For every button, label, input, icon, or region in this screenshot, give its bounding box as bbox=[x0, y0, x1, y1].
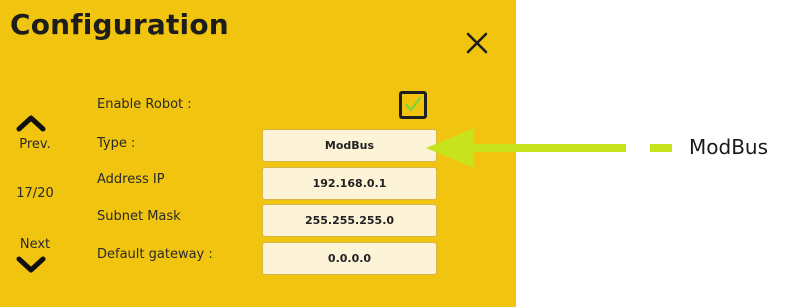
chevron-down-icon[interactable] bbox=[14, 254, 48, 276]
dialog-title: Configuration bbox=[10, 8, 229, 41]
page-indicator: 17/20 bbox=[16, 186, 54, 201]
address-ip-label: Address IP bbox=[97, 172, 165, 187]
next-label[interactable]: Next bbox=[10, 237, 60, 252]
prev-label[interactable]: Prev. bbox=[10, 137, 60, 152]
chevron-up-icon[interactable] bbox=[14, 112, 48, 134]
enable-robot-checkbox[interactable] bbox=[399, 91, 427, 119]
subnet-mask-field[interactable]: 255.255.255.0 bbox=[262, 204, 437, 237]
address-ip-field[interactable]: 192.168.0.1 bbox=[262, 167, 437, 200]
subnet-mask-label: Subnet Mask bbox=[97, 209, 181, 224]
callout-arrow-icon bbox=[426, 128, 672, 168]
callout-label: ModBus bbox=[689, 135, 769, 159]
checkmark-icon bbox=[404, 96, 422, 112]
default-gateway-label: Default gateway : bbox=[97, 247, 213, 262]
default-gateway-field[interactable]: 0.0.0.0 bbox=[262, 242, 437, 275]
type-label: Type : bbox=[97, 136, 136, 151]
enable-robot-label: Enable Robot : bbox=[97, 97, 192, 112]
close-icon[interactable] bbox=[462, 28, 492, 58]
type-field[interactable]: ModBus bbox=[262, 129, 437, 162]
